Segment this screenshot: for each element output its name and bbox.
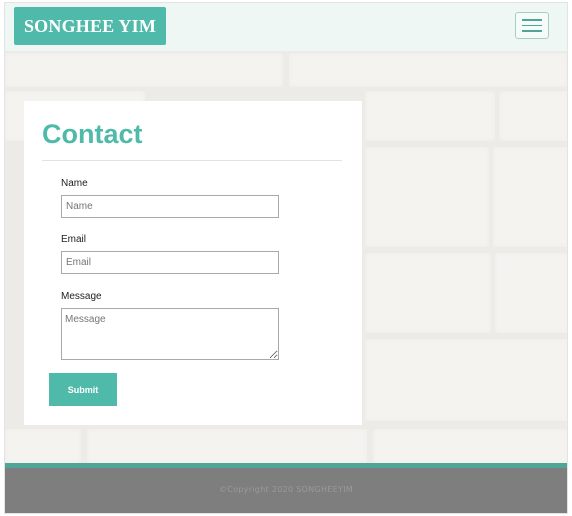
brick [5,429,81,463]
hamburger-icon [522,24,542,27]
email-label: Email [61,234,87,245]
brick [87,429,367,463]
hamburger-icon [522,19,542,21]
brick [365,339,567,421]
email-input[interactable] [61,251,279,274]
copyright-text: ©Copyright 2020 SONGHEEYIM [218,485,354,494]
brick [365,147,489,247]
message-textarea[interactable] [61,308,279,360]
name-label: Name [61,178,88,189]
hamburger-icon [522,30,542,32]
brick [365,91,495,141]
brick [493,147,567,247]
brick-background: Contact Name Email Message Submit [5,51,567,463]
brick [499,91,567,141]
brick [373,429,567,463]
title-divider [42,160,342,161]
footer: ©Copyright 2020 SONGHEEYIM [5,468,567,513]
submit-button[interactable]: Submit [49,373,117,406]
brick [289,53,567,87]
navbar: SONGHEE YIM [5,3,567,51]
brick [5,53,283,87]
contact-card: Contact Name Email Message Submit [24,101,362,425]
brick [495,253,567,333]
page-title: Contact [42,119,143,149]
page-frame: SONGHEE YIM Contact Name Email Message [4,2,568,514]
menu-toggle-button[interactable] [515,12,549,39]
brick [365,253,491,333]
message-label: Message [61,291,102,302]
name-input[interactable] [61,195,279,218]
brand-logo[interactable]: SONGHEE YIM [14,7,166,45]
